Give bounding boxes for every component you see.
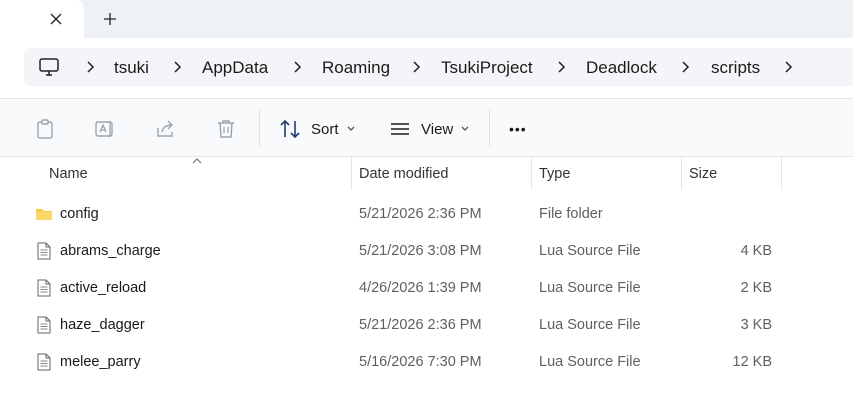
chevron-right-icon[interactable] bbox=[172, 60, 182, 74]
breadcrumb-item-tsukiproject[interactable]: TsukiProject bbox=[441, 58, 533, 78]
column-header-date[interactable]: Date modified bbox=[359, 157, 448, 192]
file-icon bbox=[37, 279, 51, 297]
file-name: melee_parry bbox=[60, 354, 141, 370]
sort-button[interactable]: Sort bbox=[279, 115, 356, 143]
column-divider[interactable] bbox=[781, 157, 782, 190]
file-icon bbox=[37, 242, 51, 260]
column-header-name[interactable]: Name bbox=[49, 157, 88, 192]
new-tab-button[interactable] bbox=[98, 8, 122, 30]
breadcrumb-item-tsuki[interactable]: tsuki bbox=[114, 58, 149, 78]
breadcrumb-item-roaming[interactable]: Roaming bbox=[322, 58, 390, 78]
breadcrumb-item-scripts[interactable]: scripts bbox=[711, 58, 760, 78]
file-type: Lua Source File bbox=[539, 354, 641, 370]
view-label: View bbox=[421, 120, 454, 138]
file-size: 2 KB bbox=[740, 280, 772, 296]
column-divider[interactable] bbox=[351, 157, 352, 190]
file-date: 5/16/2026 7:30 PM bbox=[359, 354, 482, 370]
sort-icon bbox=[280, 119, 300, 139]
chevron-down-icon bbox=[461, 126, 469, 131]
column-divider[interactable] bbox=[531, 157, 532, 190]
toolbar-separator bbox=[489, 110, 490, 146]
column-divider[interactable] bbox=[681, 157, 682, 190]
chevron-right-icon[interactable] bbox=[556, 60, 566, 74]
list-item[interactable]: config 5/21/2026 2:36 PM File folder bbox=[30, 197, 790, 231]
file-name: active_reload bbox=[60, 280, 147, 296]
column-header: Name Date modified Type Size bbox=[0, 157, 853, 192]
more-icon: ••• bbox=[509, 121, 527, 137]
list-item[interactable]: haze_dagger 5/21/2026 2:36 PM Lua Source… bbox=[30, 308, 790, 342]
folder-icon bbox=[36, 209, 52, 220]
file-date: 4/26/2026 1:39 PM bbox=[359, 280, 482, 296]
file-size: 3 KB bbox=[740, 317, 772, 333]
chevron-right-icon[interactable] bbox=[292, 60, 302, 74]
file-size: 4 KB bbox=[740, 243, 772, 259]
paste-icon[interactable] bbox=[34, 118, 56, 140]
file-name: haze_dagger bbox=[60, 317, 145, 333]
chevron-right-icon[interactable] bbox=[411, 60, 421, 74]
file-date: 5/21/2026 3:08 PM bbox=[359, 243, 482, 259]
plus-icon bbox=[104, 13, 116, 25]
file-type: Lua Source File bbox=[539, 317, 641, 333]
close-icon bbox=[50, 13, 62, 25]
file-type: Lua Source File bbox=[539, 243, 641, 259]
file-type: File folder bbox=[539, 206, 603, 222]
address-bar: tsuki AppData Roaming TsukiProject Deadl… bbox=[0, 38, 853, 98]
breadcrumb[interactable]: tsuki AppData Roaming TsukiProject Deadl… bbox=[24, 48, 853, 86]
file-date: 5/21/2026 2:36 PM bbox=[359, 206, 482, 222]
file-type: Lua Source File bbox=[539, 280, 641, 296]
chevron-right-icon[interactable] bbox=[783, 60, 793, 74]
tab-strip bbox=[0, 0, 853, 38]
tab-active[interactable] bbox=[0, 0, 84, 38]
file-date: 5/21/2026 2:36 PM bbox=[359, 317, 482, 333]
chevron-down-icon bbox=[347, 126, 354, 131]
more-options-button[interactable]: ••• bbox=[509, 115, 527, 143]
file-name: config bbox=[60, 206, 99, 222]
list-item[interactable]: abrams_charge 5/21/2026 3:08 PM Lua Sour… bbox=[30, 234, 790, 268]
list-item[interactable]: active_reload 4/26/2026 1:39 PM Lua Sour… bbox=[30, 271, 790, 305]
view-button[interactable]: View bbox=[389, 115, 470, 143]
sort-ascending-icon bbox=[192, 158, 202, 164]
rename-icon[interactable] bbox=[94, 118, 116, 140]
command-bar: Sort View ••• bbox=[0, 99, 853, 157]
file-size bbox=[690, 197, 772, 231]
computer-icon[interactable] bbox=[38, 57, 60, 77]
chevron-right-icon[interactable] bbox=[85, 60, 95, 74]
file-icon bbox=[37, 316, 51, 334]
file-size: 12 KB bbox=[732, 354, 773, 370]
column-header-size[interactable]: Size bbox=[689, 157, 717, 192]
column-header-type[interactable]: Type bbox=[539, 157, 570, 192]
view-icon bbox=[391, 123, 409, 135]
tab-close-button[interactable] bbox=[44, 8, 68, 30]
sort-label: Sort bbox=[311, 120, 339, 138]
share-icon[interactable] bbox=[155, 118, 177, 140]
file-icon bbox=[37, 353, 51, 371]
breadcrumb-item-appdata[interactable]: AppData bbox=[202, 58, 268, 78]
list-item[interactable]: melee_parry 5/16/2026 7:30 PM Lua Source… bbox=[30, 345, 790, 379]
file-name: abrams_charge bbox=[60, 243, 161, 259]
toolbar-separator bbox=[259, 110, 260, 146]
breadcrumb-item-deadlock[interactable]: Deadlock bbox=[586, 58, 657, 78]
chevron-right-icon[interactable] bbox=[680, 60, 690, 74]
delete-icon[interactable] bbox=[215, 118, 237, 140]
